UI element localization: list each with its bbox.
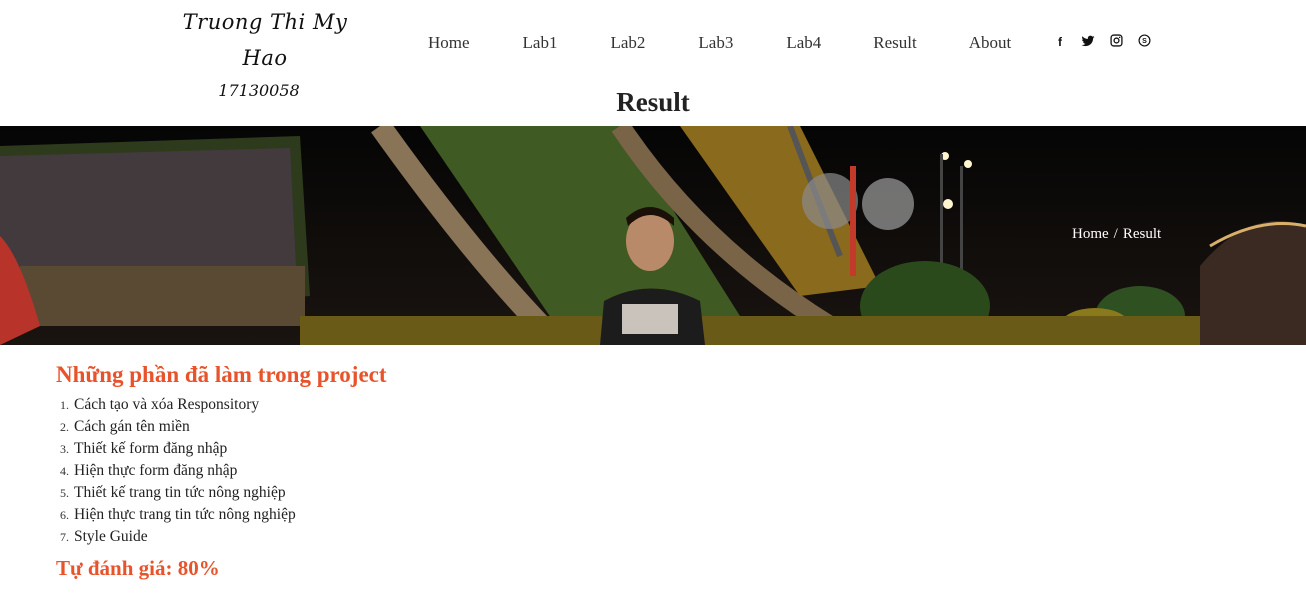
list-item-text: Thiết kế form đăng nhập xyxy=(74,440,228,457)
main-content: Những phần đã làm trong project 1. Cách t… xyxy=(56,360,387,582)
skype-icon[interactable]: S xyxy=(1137,34,1151,50)
nav-lab1[interactable]: Lab1 xyxy=(523,30,558,56)
list-item: 1. Cách tạo và xóa Responsitory xyxy=(56,394,387,416)
list-number: 7. xyxy=(60,530,69,544)
breadcrumb-separator: / xyxy=(1113,226,1118,242)
list-item-text: Hiện thực form đăng nhập xyxy=(74,462,238,479)
nav-about[interactable]: About xyxy=(969,30,1012,56)
svg-text:S: S xyxy=(1142,38,1147,45)
list-item: 2. Cách gán tên miền xyxy=(56,416,387,438)
breadcrumb: Home / Result xyxy=(1072,226,1161,243)
list-item: 3. Thiết kế form đăng nhập xyxy=(56,438,387,460)
social-links: f S xyxy=(1053,34,1151,50)
list-item: 5. Thiết kế trang tin tức nông nghiệp xyxy=(56,482,387,504)
list-number: 2. xyxy=(60,420,69,434)
breadcrumb-home[interactable]: Home xyxy=(1072,226,1109,242)
list-item: 6. Hiện thực trang tin tức nông nghiệp xyxy=(56,504,387,526)
list-item-text: Cách tạo và xóa Responsitory xyxy=(74,396,260,413)
nav-lab4[interactable]: Lab4 xyxy=(786,30,821,56)
list-item: 7. Style Guide xyxy=(56,526,387,548)
breadcrumb-current: Result xyxy=(1122,226,1162,242)
list-number: 6. xyxy=(60,508,69,522)
nav-lab3[interactable]: Lab3 xyxy=(698,30,733,56)
section-title: Những phần đã làm trong project xyxy=(56,362,387,387)
self-rating: Tự đánh giá: 80% xyxy=(56,556,220,580)
list-item-text: Thiết kế trang tin tức nông nghiệp xyxy=(74,484,286,501)
list-item-text: Style Guide xyxy=(74,528,148,545)
twitter-icon[interactable] xyxy=(1081,34,1095,50)
task-list: 1. Cách tạo và xóa Responsitory 2. Cách gá… xyxy=(56,394,387,548)
list-item: 4. Hiện thực form đăng nhập xyxy=(56,460,387,482)
author-name: Truong Thi My Hao xyxy=(182,10,348,70)
nav-home[interactable]: Home xyxy=(428,30,470,56)
instagram-icon[interactable] xyxy=(1109,34,1123,50)
facebook-icon[interactable]: f xyxy=(1053,34,1067,50)
list-number: 3. xyxy=(60,442,69,456)
list-number: 1. xyxy=(60,398,69,412)
list-number: 5. xyxy=(60,486,69,500)
page-title: Result xyxy=(616,87,690,117)
hero-banner: Home / Result xyxy=(0,126,1306,345)
nav-result[interactable]: Result xyxy=(873,30,916,56)
nav-lab2[interactable]: Lab2 xyxy=(610,30,645,56)
main-nav: Home Lab1 Lab2 Lab3 Lab4 Result About xyxy=(402,30,1011,56)
site-logo[interactable]: Truong Thi My Hao 17130058 xyxy=(160,4,370,100)
list-item-text: Hiện thực trang tin tức nông nghiệp xyxy=(74,506,296,523)
list-item-text: Cách gán tên miền xyxy=(74,418,190,435)
list-number: 4. xyxy=(60,464,69,478)
